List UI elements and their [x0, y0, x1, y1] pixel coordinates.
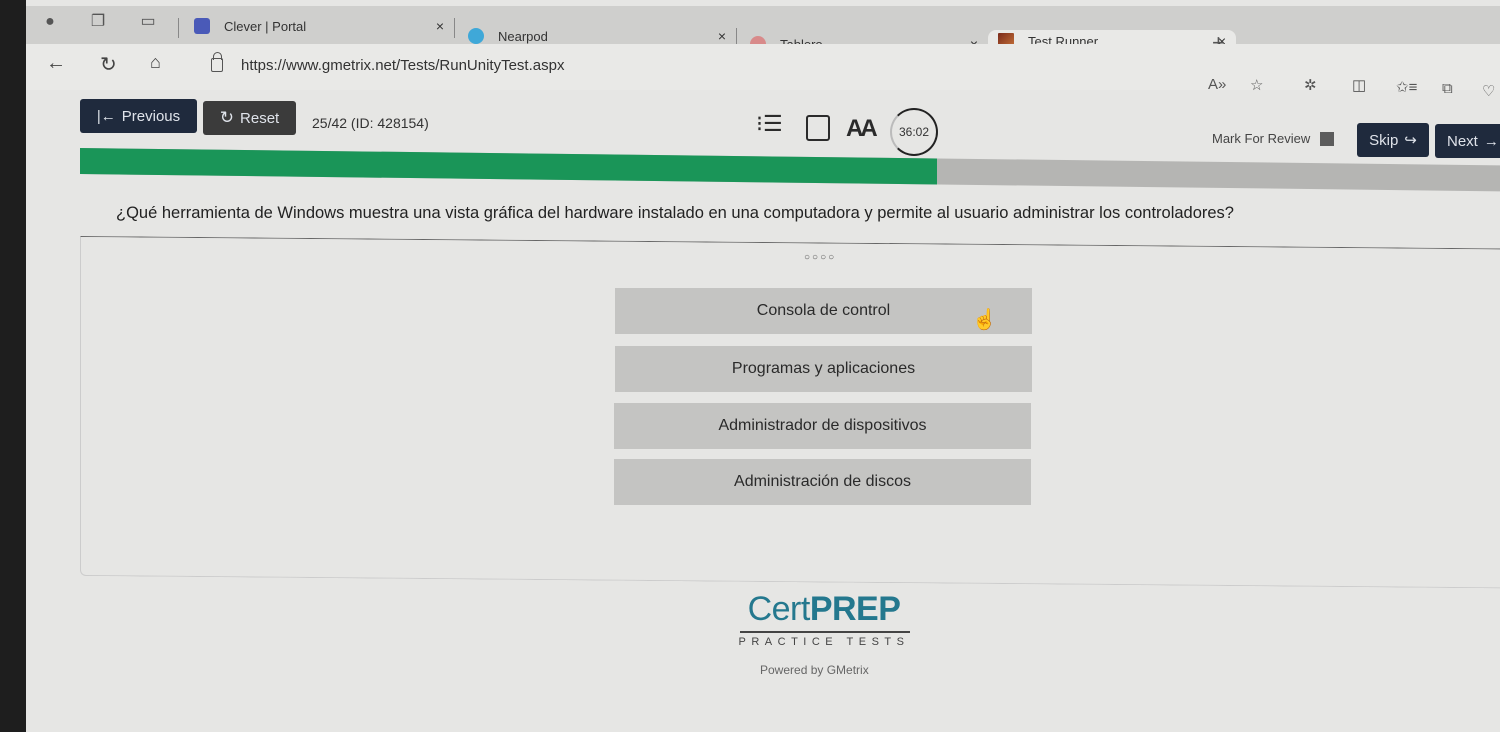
question-counter: 25/42 (ID: 428154): [312, 115, 429, 131]
collections-icon[interactable]: ⧉: [1442, 80, 1453, 97]
url-field[interactable]: https://www.gmetrix.net/Tests/RunUnityTe…: [211, 50, 1241, 80]
previous-button[interactable]: |← Previous: [80, 99, 197, 133]
tab-actions-icon[interactable]: ▭: [136, 10, 160, 34]
browser-address-bar: ← ↻ ⌂ https://www.gmetrix.net/Tests/RunU…: [26, 44, 1500, 90]
certprep-logo: CertPREP PRACTICE TESTS: [738, 592, 910, 648]
answer-option[interactable]: Administración de discos: [614, 459, 1031, 505]
answer-selection-indicator: ○○○○: [804, 252, 837, 263]
home-icon[interactable]: ⌂: [150, 52, 161, 73]
question-list-icon[interactable]: ⁝☰: [756, 113, 783, 135]
clever-favicon: [194, 18, 210, 34]
timer-text: 36:02: [898, 125, 930, 139]
reset-label: Reset: [240, 109, 280, 127]
save-icon[interactable]: [806, 115, 830, 141]
monitor-bezel-left: [0, 0, 26, 732]
font-size-icon[interactable]: AA: [846, 115, 878, 143]
next-icon: →|: [1483, 132, 1500, 150]
lock-icon: [211, 52, 223, 72]
tab-clever-portal[interactable]: Clever | Portal ×: [184, 10, 454, 42]
tab-label: Nearpod: [498, 28, 548, 44]
hand-pointer-cursor-icon: ☝: [972, 309, 997, 331]
mark-for-review[interactable]: Mark For Review: [1212, 131, 1335, 146]
extensions-icon[interactable]: ✲: [1304, 76, 1317, 94]
answer-option[interactable]: Consola de control: [615, 288, 1032, 334]
read-aloud-icon[interactable]: A»: [1208, 76, 1226, 93]
refresh-icon[interactable]: ↻: [100, 52, 117, 77]
logo-tagline: PRACTICE TESTS: [738, 636, 910, 648]
split-screen-icon[interactable]: ◫: [1352, 76, 1366, 94]
reset-icon: ↻: [219, 108, 235, 127]
close-tab-icon[interactable]: ×: [718, 28, 726, 44]
skip-icon: ↪: [1404, 132, 1417, 149]
profile-icon[interactable]: ●: [38, 10, 62, 34]
mark-for-review-checkbox[interactable]: [1320, 131, 1335, 146]
next-label: Next: [1447, 132, 1478, 150]
answer-label: Administración de discos: [734, 473, 911, 490]
tab-separator: [454, 18, 455, 38]
answer-option[interactable]: Programas y aplicaciones: [615, 346, 1032, 392]
mark-for-review-label: Mark For Review: [1212, 131, 1311, 146]
answer-label: Consola de control: [756, 302, 891, 319]
back-icon[interactable]: ←: [46, 52, 66, 75]
powered-by-text: Powered by GMetrix: [760, 663, 869, 677]
previous-icon: |←: [96, 107, 116, 125]
skip-button[interactable]: Skip ↪: [1357, 123, 1429, 157]
question-text: ¿Qué herramienta de Windows muestra una …: [116, 204, 1234, 222]
favorite-star-icon[interactable]: ☆: [1250, 76, 1263, 94]
close-tab-icon[interactable]: ×: [436, 18, 444, 34]
previous-label: Previous: [121, 107, 181, 125]
timer: 36:02: [890, 108, 938, 156]
answer-label: Programas y aplicaciones: [731, 360, 916, 377]
tab-separator: [178, 18, 179, 38]
reset-button[interactable]: ↻ Reset: [203, 101, 296, 135]
logo-text-light: Cert: [747, 590, 811, 628]
skip-label: Skip: [1369, 131, 1399, 149]
browser-essentials-icon[interactable]: ♡: [1482, 82, 1495, 100]
logo-text-bold: PREP: [809, 590, 901, 628]
browser-tab-bar: ● ❐ ▭ Clever | Portal × Nearpod × Tabler…: [26, 6, 1500, 52]
workspaces-icon[interactable]: ❐: [86, 10, 110, 34]
answer-label: Administrador de dispositivos: [718, 417, 927, 434]
favorites-list-icon[interactable]: ✩≡: [1396, 78, 1417, 96]
tab-label: Clever | Portal: [224, 18, 307, 34]
logo-divider: [740, 631, 910, 633]
nearpod-favicon: [468, 28, 484, 44]
url-text: https://www.gmetrix.net/Tests/RunUnityTe…: [241, 56, 565, 74]
next-button[interactable]: Next →|: [1435, 124, 1500, 158]
answer-option[interactable]: Administrador de dispositivos: [614, 403, 1031, 449]
